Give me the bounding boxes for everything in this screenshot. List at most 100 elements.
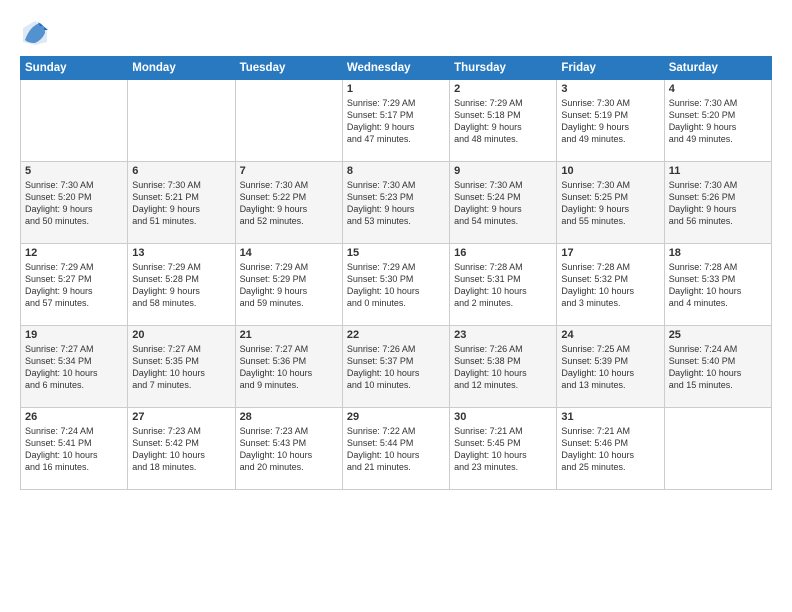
weekday-sunday: Sunday — [21, 57, 128, 80]
day-info: Sunrise: 7:27 AM Sunset: 5:35 PM Dayligh… — [132, 343, 230, 392]
weekday-thursday: Thursday — [450, 57, 557, 80]
day-number: 13 — [132, 247, 230, 259]
day-info: Sunrise: 7:24 AM Sunset: 5:40 PM Dayligh… — [669, 343, 767, 392]
day-cell: 25 Sunrise: 7:24 AM Sunset: 5:40 PM Dayli… — [664, 326, 771, 408]
day-info: Sunrise: 7:30 AM Sunset: 5:22 PM Dayligh… — [240, 179, 338, 228]
day-cell — [128, 80, 235, 162]
day-number: 16 — [454, 247, 552, 259]
day-cell: 12Sunrise: 7:29 AM Sunset: 5:27 PM Dayli… — [21, 244, 128, 326]
day-cell: 19 Sunrise: 7:27 AM Sunset: 5:34 PM Dayli… — [21, 326, 128, 408]
day-number: 28 — [240, 411, 338, 423]
day-cell: 15 Sunrise: 7:29 AM Sunset: 5:30 PM Dayli… — [342, 244, 449, 326]
day-cell: 18Sunrise: 7:28 AM Sunset: 5:33 PM Dayli… — [664, 244, 771, 326]
day-info: Sunrise: 7:22 AM Sunset: 5:44 PM Dayligh… — [347, 425, 445, 474]
day-cell — [664, 408, 771, 490]
day-info: Sunrise: 7:28 AM Sunset: 5:32 PM Dayligh… — [561, 261, 659, 310]
day-cell: 9 Sunrise: 7:30 AM Sunset: 5:24 PM Daylig… — [450, 162, 557, 244]
logo — [20, 18, 54, 48]
calendar-page: SundayMondayTuesdayWednesdayThursdayFrid… — [0, 0, 792, 612]
day-cell — [21, 80, 128, 162]
day-cell: 14 Sunrise: 7:29 AM Sunset: 5:29 PM Dayli… — [235, 244, 342, 326]
day-cell: 6 Sunrise: 7:30 AM Sunset: 5:21 PM Daylig… — [128, 162, 235, 244]
day-info: Sunrise: 7:30 AM Sunset: 5:19 PM Dayligh… — [561, 97, 659, 146]
weekday-tuesday: Tuesday — [235, 57, 342, 80]
day-info: Sunrise: 7:29 AM Sunset: 5:17 PM Dayligh… — [347, 97, 445, 146]
day-number: 24 — [561, 329, 659, 341]
day-number: 22 — [347, 329, 445, 341]
day-cell: 7 Sunrise: 7:30 AM Sunset: 5:22 PM Daylig… — [235, 162, 342, 244]
day-cell: 20 Sunrise: 7:27 AM Sunset: 5:35 PM Dayli… — [128, 326, 235, 408]
day-number: 30 — [454, 411, 552, 423]
day-number: 10 — [561, 165, 659, 177]
day-cell: 21 Sunrise: 7:27 AM Sunset: 5:36 PM Dayli… — [235, 326, 342, 408]
day-number: 14 — [240, 247, 338, 259]
day-info: Sunrise: 7:28 AM Sunset: 5:31 PM Dayligh… — [454, 261, 552, 310]
day-cell: 3 Sunrise: 7:30 AM Sunset: 5:19 PM Daylig… — [557, 80, 664, 162]
day-info: Sunrise: 7:23 AM Sunset: 5:42 PM Dayligh… — [132, 425, 230, 474]
day-cell: 22 Sunrise: 7:26 AM Sunset: 5:37 PM Dayli… — [342, 326, 449, 408]
day-number: 31 — [561, 411, 659, 423]
weekday-wednesday: Wednesday — [342, 57, 449, 80]
day-cell: 29 Sunrise: 7:22 AM Sunset: 5:44 PM Dayli… — [342, 408, 449, 490]
day-info: Sunrise: 7:26 AM Sunset: 5:37 PM Dayligh… — [347, 343, 445, 392]
day-cell — [235, 80, 342, 162]
day-info: Sunrise: 7:29 AM Sunset: 5:18 PM Dayligh… — [454, 97, 552, 146]
day-cell: 27 Sunrise: 7:23 AM Sunset: 5:42 PM Dayli… — [128, 408, 235, 490]
day-info: Sunrise: 7:27 AM Sunset: 5:36 PM Dayligh… — [240, 343, 338, 392]
week-row-1: 1 Sunrise: 7:29 AM Sunset: 5:17 PM Daylig… — [21, 80, 772, 162]
weekday-monday: Monday — [128, 57, 235, 80]
day-number: 23 — [454, 329, 552, 341]
day-number: 4 — [669, 83, 767, 95]
week-row-3: 12Sunrise: 7:29 AM Sunset: 5:27 PM Dayli… — [21, 244, 772, 326]
day-number: 15 — [347, 247, 445, 259]
day-cell: 31 Sunrise: 7:21 AM Sunset: 5:46 PM Dayli… — [557, 408, 664, 490]
logo-icon — [20, 18, 50, 48]
day-info: Sunrise: 7:30 AM Sunset: 5:26 PM Dayligh… — [669, 179, 767, 228]
day-number: 29 — [347, 411, 445, 423]
day-cell: 5Sunrise: 7:30 AM Sunset: 5:20 PM Daylig… — [21, 162, 128, 244]
day-number: 6 — [132, 165, 230, 177]
day-cell: 23 Sunrise: 7:26 AM Sunset: 5:38 PM Dayli… — [450, 326, 557, 408]
day-info: Sunrise: 7:29 AM Sunset: 5:28 PM Dayligh… — [132, 261, 230, 310]
day-info: Sunrise: 7:29 AM Sunset: 5:29 PM Dayligh… — [240, 261, 338, 310]
day-number: 21 — [240, 329, 338, 341]
day-number: 12 — [25, 247, 123, 259]
day-number: 20 — [132, 329, 230, 341]
week-row-2: 5Sunrise: 7:30 AM Sunset: 5:20 PM Daylig… — [21, 162, 772, 244]
day-info: Sunrise: 7:30 AM Sunset: 5:24 PM Dayligh… — [454, 179, 552, 228]
day-info: Sunrise: 7:21 AM Sunset: 5:45 PM Dayligh… — [454, 425, 552, 474]
day-cell: 8 Sunrise: 7:30 AM Sunset: 5:23 PM Daylig… — [342, 162, 449, 244]
calendar-table: SundayMondayTuesdayWednesdayThursdayFrid… — [20, 56, 772, 490]
day-cell: 4 Sunrise: 7:30 AM Sunset: 5:20 PM Daylig… — [664, 80, 771, 162]
day-number: 9 — [454, 165, 552, 177]
day-number: 26 — [25, 411, 123, 423]
day-info: Sunrise: 7:30 AM Sunset: 5:21 PM Dayligh… — [132, 179, 230, 228]
weekday-saturday: Saturday — [664, 57, 771, 80]
day-cell: 24 Sunrise: 7:25 AM Sunset: 5:39 PM Dayli… — [557, 326, 664, 408]
day-info: Sunrise: 7:24 AM Sunset: 5:41 PM Dayligh… — [25, 425, 123, 474]
day-cell: 28 Sunrise: 7:23 AM Sunset: 5:43 PM Dayli… — [235, 408, 342, 490]
day-number: 19 — [25, 329, 123, 341]
day-info: Sunrise: 7:25 AM Sunset: 5:39 PM Dayligh… — [561, 343, 659, 392]
day-info: Sunrise: 7:30 AM Sunset: 5:23 PM Dayligh… — [347, 179, 445, 228]
day-number: 2 — [454, 83, 552, 95]
day-cell: 10Sunrise: 7:30 AM Sunset: 5:25 PM Dayli… — [557, 162, 664, 244]
day-number: 1 — [347, 83, 445, 95]
day-info: Sunrise: 7:26 AM Sunset: 5:38 PM Dayligh… — [454, 343, 552, 392]
day-cell: 2 Sunrise: 7:29 AM Sunset: 5:18 PM Daylig… — [450, 80, 557, 162]
weekday-header-row: SundayMondayTuesdayWednesdayThursdayFrid… — [21, 57, 772, 80]
week-row-4: 19 Sunrise: 7:27 AM Sunset: 5:34 PM Dayli… — [21, 326, 772, 408]
day-number: 3 — [561, 83, 659, 95]
day-info: Sunrise: 7:30 AM Sunset: 5:20 PM Dayligh… — [669, 97, 767, 146]
day-cell: 11Sunrise: 7:30 AM Sunset: 5:26 PM Dayli… — [664, 162, 771, 244]
day-info: Sunrise: 7:27 AM Sunset: 5:34 PM Dayligh… — [25, 343, 123, 392]
day-info: Sunrise: 7:29 AM Sunset: 5:30 PM Dayligh… — [347, 261, 445, 310]
day-info: Sunrise: 7:28 AM Sunset: 5:33 PM Dayligh… — [669, 261, 767, 310]
day-info: Sunrise: 7:21 AM Sunset: 5:46 PM Dayligh… — [561, 425, 659, 474]
day-info: Sunrise: 7:23 AM Sunset: 5:43 PM Dayligh… — [240, 425, 338, 474]
day-number: 25 — [669, 329, 767, 341]
day-number: 7 — [240, 165, 338, 177]
day-number: 8 — [347, 165, 445, 177]
day-info: Sunrise: 7:30 AM Sunset: 5:20 PM Dayligh… — [25, 179, 123, 228]
day-number: 27 — [132, 411, 230, 423]
